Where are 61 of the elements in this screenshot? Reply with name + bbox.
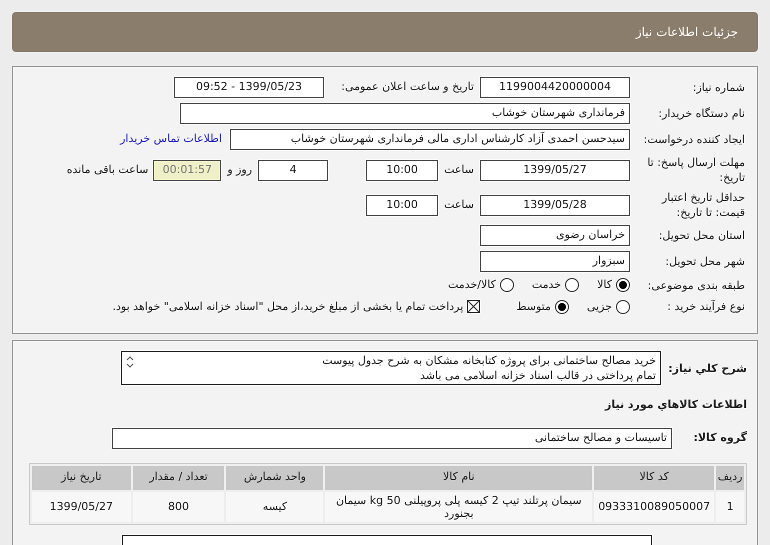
table-cell: 1 — [716, 492, 744, 522]
field-label: گروه کالا: — [692, 430, 747, 446]
text-field[interactable]: 1399/05/28 — [480, 194, 630, 216]
cross-icon — [468, 301, 480, 312]
column-header: نام کالا — [325, 466, 592, 490]
column-header: ردیف — [716, 466, 744, 490]
field-label: نام دستگاه خریدار: — [657, 106, 745, 121]
field-label: شهر محل تحویل: — [664, 254, 745, 269]
text-field[interactable]: سیدحسن احمدی آزاد کارشناس اداری مالی فرمانداری شهرستان خوشاب — [230, 129, 630, 150]
text-field[interactable]: 1399/05/27 — [480, 160, 630, 180]
text-field[interactable]: تاسیسات و مصالح ساختمانی — [112, 428, 672, 448]
column-header: واحد شمارش — [226, 466, 324, 490]
table-cell: 1399/05/27 — [32, 492, 131, 522]
option-label: کالا/خدمت — [448, 277, 496, 293]
description-line: تمام پرداختی در قالب اسناد خزانه اسلامی می باشد — [419, 368, 656, 383]
text-field[interactable]: 10:00 — [366, 160, 438, 180]
field-label: ساعت باقی مانده — [66, 162, 148, 178]
column-header: تاریخ نیاز — [32, 466, 131, 490]
field-label: تاریخ و ساعت اعلان عمومی: — [340, 79, 474, 96]
option-label: جزیی — [586, 298, 612, 315]
field-label: نوع فرآیند خرید : — [666, 299, 745, 314]
column-header: کد کالا — [594, 466, 714, 490]
option-label: خدمت — [532, 277, 562, 293]
text-field[interactable]: 10:00 — [366, 194, 438, 216]
table-cell: کیسه — [226, 492, 324, 522]
option-label: کالا — [597, 277, 612, 293]
radio-button[interactable] — [616, 278, 630, 292]
text-field[interactable]: 4 — [258, 160, 328, 180]
field-label: استان محل تحویل: — [658, 228, 745, 243]
option-label: متوسط — [516, 298, 551, 315]
field-label: ساعت — [444, 162, 474, 178]
field-label: ساعت — [444, 196, 474, 213]
table-cell: 0933310089050007 — [594, 492, 714, 522]
description-line: خرید مصالح ساختمانی برای پروژه کتابخانه مشکان به شرح جدول پیوست — [321, 353, 656, 368]
radio-button[interactable] — [554, 300, 569, 314]
countdown-field[interactable]: 00:01:57 — [153, 160, 222, 180]
field-label: شماره نیاز: — [692, 80, 745, 95]
field-label: طبقه بندی موضوعی: — [646, 278, 745, 293]
field-label: شرح کلي نياز: — [667, 361, 747, 377]
page-title: جزئیات اطلاعات نیاز — [636, 24, 738, 41]
text-field[interactable]: خراسان رضوی — [480, 225, 630, 246]
text-field[interactable]: فرمانداری شهرستان خوشاب — [180, 103, 630, 124]
description-textarea[interactable]: خرید مصالح ساختمانی برای پروژه کتابخانه مشکان به شرح جدول پیوست تمام پرداختی در قالب اسناد خزانه اسلامی می باشد — [121, 351, 661, 385]
checkbox[interactable] — [467, 300, 480, 314]
field-label: مهلت ارسال پاسخ: تا تاریخ: — [646, 155, 745, 185]
text-field[interactable]: 1399/05/23 - 09:52 — [174, 77, 324, 98]
table-cell: سیمان پرتلند تیپ 2 کیسه پلی پروپیلنی 50 kg سیمان بجنورد — [325, 492, 592, 522]
table-cell: 800 — [132, 492, 224, 522]
scroll-arrows-icon[interactable] — [126, 355, 134, 369]
text-field[interactable]: 1199004420000004 — [480, 77, 630, 98]
field-label: روز و — [227, 162, 252, 178]
field-label: ایجاد کننده درخواست: — [642, 132, 745, 147]
section-heading: اطلاعات کالاهاي مورد نياز — [604, 397, 747, 413]
radio-button[interactable] — [616, 300, 630, 314]
field-label: حداقل تاریخ اعتبار قیمت: تا تاریخ: — [660, 190, 745, 220]
checkbox-label: پرداخت تمام یا بخشی از مبلغ خرید،از محل "اسناد خزانه اسلامی" خواهد بود. — [112, 298, 464, 315]
radio-button[interactable] — [565, 278, 580, 292]
column-header: تعداد / مقدار — [132, 466, 224, 490]
text-field[interactable]: سبزوار — [480, 251, 630, 272]
contact-link[interactable]: اطلاعات تماس خریدار — [120, 131, 222, 148]
radio-button[interactable] — [500, 278, 514, 292]
